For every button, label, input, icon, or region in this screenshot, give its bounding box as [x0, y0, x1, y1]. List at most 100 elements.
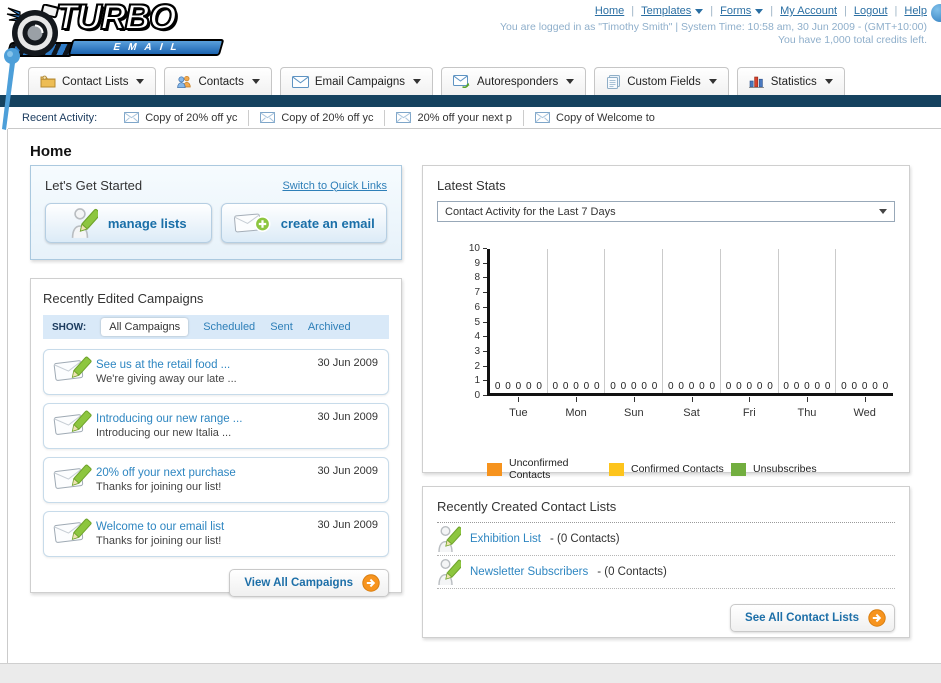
chevron-down-icon — [879, 209, 887, 214]
value-label: 0 — [725, 381, 732, 392]
nav-tab-contact-lists[interactable]: Contact Lists — [28, 67, 157, 95]
arrow-circle-icon — [362, 574, 380, 592]
campaign-envelope-pencil-icon — [52, 462, 94, 494]
content-border — [7, 129, 8, 663]
legend-swatch-icon — [487, 462, 502, 476]
value-label: 0 — [641, 381, 647, 392]
y-axis-label: 1 — [474, 375, 480, 387]
recent-activity-item[interactable]: Copy of Welcome to — [523, 109, 666, 126]
value-label: 0 — [882, 381, 889, 392]
show-label: SHOW: — [52, 321, 87, 333]
nav-tab-custom-fields[interactable]: Custom Fields — [594, 67, 729, 95]
logo-title: TURBO — [55, 0, 177, 38]
top-link-my-account[interactable]: My Account — [780, 5, 837, 17]
chevron-down-icon — [695, 8, 704, 14]
campaign-title-link[interactable]: Introducing our new range ... — [96, 413, 242, 425]
x-tick — [806, 397, 808, 402]
envelope-small-icon — [124, 112, 140, 123]
x-axis-label: Thu — [797, 407, 817, 419]
legend-item-unsubscribes: Unsubscribes — [731, 457, 895, 481]
top-link-templates[interactable]: Templates — [641, 5, 704, 17]
envelope-small-icon — [396, 112, 412, 123]
contact-list-item[interactable]: Exhibition List - (0 Contacts) — [437, 523, 895, 556]
recent-activity-item[interactable]: Copy of 20% off yc — [248, 109, 384, 126]
y-axis-label: 3 — [474, 345, 480, 357]
top-link-help[interactable]: Help — [904, 5, 927, 17]
value-label: 0 — [494, 381, 501, 392]
top-link-home[interactable]: Home — [595, 5, 624, 17]
recent-activity-item[interactable]: Copy of 20% off yc — [113, 110, 248, 126]
email-campaigns-icon — [291, 75, 309, 88]
chevron-down-icon — [251, 79, 260, 84]
recent-activity-item[interactable]: 20% off your next p — [384, 109, 523, 126]
campaign-tab-archived[interactable]: Archived — [308, 321, 351, 333]
manage-lists-button[interactable]: manage lists — [45, 203, 212, 243]
day-group-sat: 00000 Sat — [662, 249, 720, 419]
x-tick — [518, 397, 520, 402]
day-group-fri: 00000 Fri — [719, 249, 778, 419]
value-label: 0 — [804, 381, 810, 392]
contact-list-link[interactable]: Newsletter Subscribers — [470, 566, 588, 578]
top-link-forms[interactable]: Forms — [720, 5, 764, 17]
nav-tab-contacts[interactable]: Contacts — [164, 67, 272, 95]
link-separator: | — [710, 5, 714, 17]
campaign-row[interactable]: Welcome to our email list Thanks for joi… — [43, 511, 389, 557]
value-label: 0 — [688, 381, 695, 392]
value-label: 0 — [746, 381, 752, 392]
value-label: 0 — [536, 381, 542, 392]
link-separator: | — [770, 5, 774, 17]
create-an-email-button[interactable]: create an email — [220, 203, 387, 243]
value-label: 0 — [709, 381, 716, 392]
x-axis-label: Sun — [624, 407, 644, 419]
chevron-down-icon — [566, 79, 575, 84]
campaign-date: 30 Jun 2009 — [317, 357, 378, 369]
campaign-title-link[interactable]: See us at the retail food ... — [96, 359, 237, 371]
value-label: 0 — [824, 381, 831, 392]
nav-tab-autoresponders[interactable]: Autoresponders — [441, 67, 587, 95]
page-title: Home — [30, 143, 72, 161]
x-axis-label: Mon — [565, 407, 587, 419]
value-label: 0 — [767, 381, 773, 392]
campaign-tab-scheduled[interactable]: Scheduled — [203, 321, 255, 333]
chevron-down-icon — [708, 79, 717, 84]
plot-area: 00000 Tue 00000 Mon 00000 Sun 00000 Sat … — [487, 249, 893, 419]
custom-fields-icon — [606, 74, 621, 89]
y-axis-label: 10 — [468, 243, 480, 254]
campaign-date: 30 Jun 2009 — [317, 465, 378, 477]
chevron-down-icon — [755, 8, 764, 14]
campaign-row[interactable]: 20% off your next purchase Thanks for jo… — [43, 457, 389, 503]
day-group-wed: 00000 Wed — [835, 249, 893, 419]
contact-list-link[interactable]: Exhibition List — [470, 533, 541, 545]
switch-quick-links[interactable]: Switch to Quick Links — [282, 180, 387, 192]
view-all-campaigns-button[interactable]: View All Campaigns — [229, 569, 389, 597]
recent-activity-label: Recent Activity: — [22, 111, 98, 124]
turbo-email-logo[interactable]: TURBO EMAIL — [5, 0, 246, 60]
campaign-tab-all-campaigns[interactable]: All Campaigns — [101, 318, 189, 336]
x-axis-label: Fri — [742, 407, 756, 419]
value-label: 0 — [610, 381, 616, 392]
see-all-contact-lists-button[interactable]: See All Contact Lists — [730, 604, 895, 632]
y-axis-label: 0 — [474, 390, 480, 401]
chevron-down-icon — [413, 79, 421, 84]
campaign-envelope-pencil-icon — [52, 516, 94, 548]
campaign-row[interactable]: See us at the retail food ... We're givi… — [43, 349, 389, 395]
nav-tab-statistics[interactable]: Statistics — [736, 67, 845, 95]
day-group-mon: 00000 Mon — [546, 249, 605, 419]
campaign-title-link[interactable]: 20% off your next purchase — [96, 467, 236, 479]
x-axis-label: Sat — [683, 407, 700, 419]
stats-period-select[interactable]: Contact Activity for the Last 7 Days — [437, 201, 895, 222]
contact-list-item[interactable]: Newsletter Subscribers - (0 Contacts) — [437, 556, 895, 589]
campaign-tab-sent[interactable]: Sent — [270, 321, 293, 333]
top-utility-nav: Home | Templates | Forms | My Account | Logout | H… — [595, 5, 927, 17]
value-label: 0 — [594, 381, 600, 392]
value-label: 0 — [631, 381, 637, 392]
top-link-logout[interactable]: Logout — [854, 5, 888, 17]
nav-tab-email-campaigns[interactable]: Email Campaigns — [279, 67, 433, 95]
value-label: 0 — [736, 381, 742, 392]
value-label: 0 — [505, 381, 511, 392]
contact-lists-panel: Recently Created Contact Lists Exhibitio… — [422, 486, 910, 638]
campaign-row[interactable]: Introducing our new range ... Introducin… — [43, 403, 389, 449]
person-pencil-icon — [437, 558, 461, 586]
campaign-title-link[interactable]: Welcome to our email list — [96, 521, 224, 533]
page-footer-strip — [0, 663, 941, 683]
